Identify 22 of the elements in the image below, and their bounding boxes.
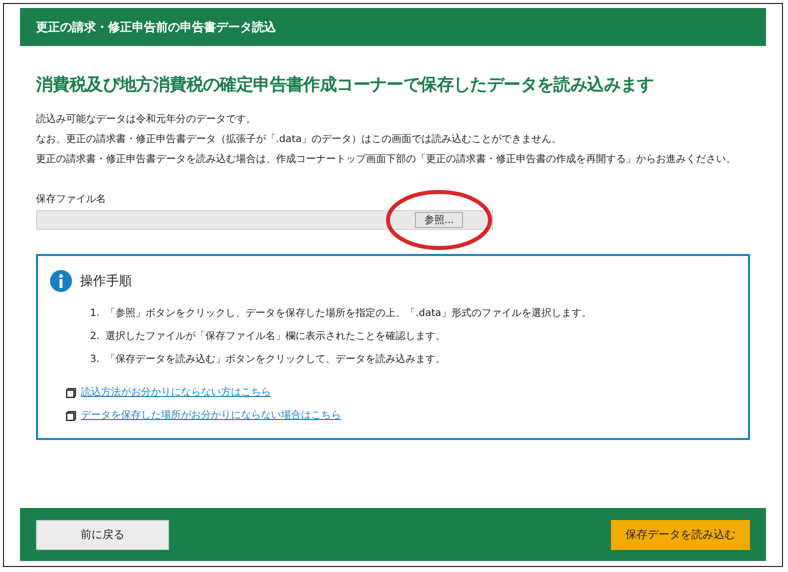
page-header: 更正の請求・修正申告前の申告書データ読込 bbox=[20, 8, 766, 46]
step-text: 「保存データを読み込む」ボタンをクリックして、データを読み込みます。 bbox=[106, 352, 446, 367]
note-text: なお、更正の請求書・修正申告書データ（拡張子が「.data」のデータ）はこの画面では読み込むことができません。 bbox=[36, 132, 563, 147]
load-data-button[interactable]: 保存データを読み込む bbox=[611, 520, 750, 550]
step-number: 2. bbox=[90, 330, 100, 344]
note-text: 読込み可能なデータは令和元年分のデータです。 bbox=[36, 112, 257, 127]
step-number: 1. bbox=[90, 307, 100, 321]
help-link[interactable]: 読込方法がお分かりにならない方はこちら bbox=[81, 381, 271, 404]
browse-button[interactable]: 参照... bbox=[415, 212, 463, 228]
file-name-field[interactable]: 参照... bbox=[36, 210, 493, 230]
step-text: 選択したファイルが「保存ファイル名」欄に表示されたことを確認します。 bbox=[106, 330, 446, 344]
window-icon bbox=[66, 388, 76, 398]
instructions-title: 操作手順 bbox=[80, 273, 132, 290]
note-text: 更正の請求書・修正申告書データを読み込む場合は、作成コーナートップ画面下部の「更正の請求書・修正申告書の作成を再開する」からお進みください。 bbox=[36, 152, 737, 167]
info-icon bbox=[50, 270, 72, 292]
step-text: 「参照」ボタンをクリックし、データを保存した場所を指定の上、「.data」形式のファイルを選択します。 bbox=[106, 306, 592, 321]
help-link[interactable]: データを保存した場所がお分かりにならない場合はこちら bbox=[81, 404, 341, 427]
page-heading: 消費税及び地方消費税の確定申告書作成コーナーで保存したデータを読み込みます bbox=[36, 74, 655, 96]
window-icon bbox=[66, 410, 76, 420]
back-button[interactable]: 前に戻る bbox=[36, 520, 169, 550]
field-label: 保存ファイル名 bbox=[36, 193, 107, 206]
step-number: 3. bbox=[90, 353, 100, 367]
